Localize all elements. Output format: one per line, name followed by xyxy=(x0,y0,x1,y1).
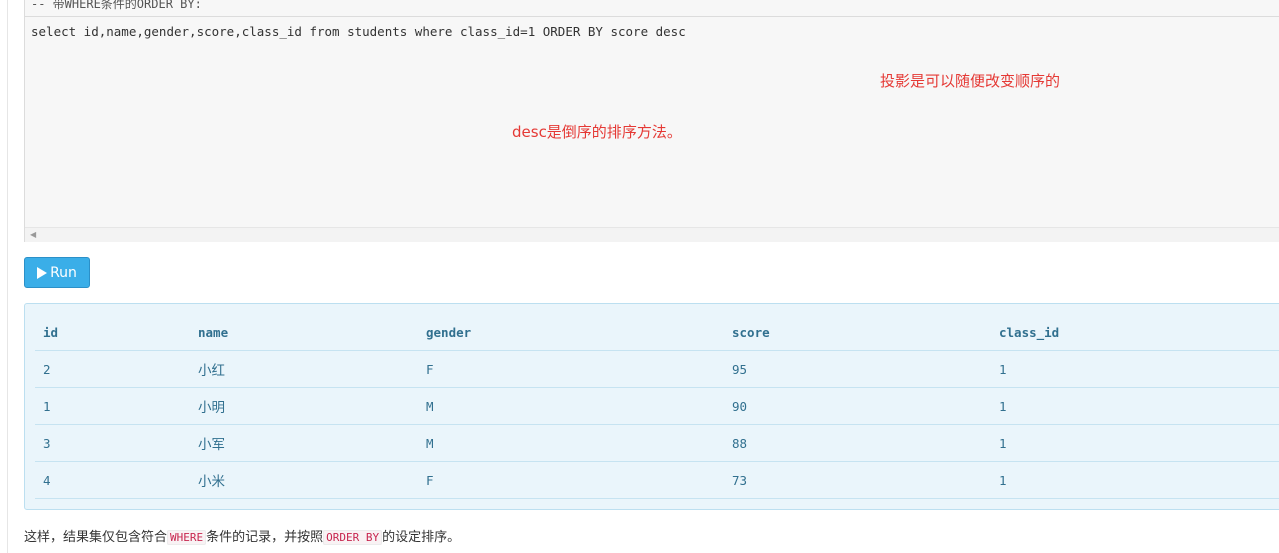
horizontal-scrollbar[interactable]: ◀ xyxy=(25,227,1279,242)
cell-gender: M xyxy=(418,424,724,462)
cell-name: 小红 xyxy=(190,350,418,388)
result-panel: id name gender score class_id 2 小红 F 95 … xyxy=(24,303,1279,510)
sql-query[interactable]: select id,name,gender,score,class_id fro… xyxy=(31,24,686,39)
cell-name: 小军 xyxy=(190,424,418,462)
column-header: gender xyxy=(418,314,724,351)
left-divider xyxy=(7,0,8,553)
run-button[interactable]: Run xyxy=(24,257,90,288)
cell-id: 1 xyxy=(35,387,190,425)
explanation-part: 的设定排序。 xyxy=(382,530,461,545)
table-row: 2 小红 F 95 1 xyxy=(35,350,1279,388)
cell-score: 73 xyxy=(724,461,991,499)
explanation-part: 条件的记录，并按照 xyxy=(206,530,324,545)
column-header: id xyxy=(35,314,190,351)
explanation-text: 这样，结果集仅包含符合 WHERE 条件的记录，并按照 ORDER BY 的设定排序。 xyxy=(24,526,460,545)
cell-class-id: 1 xyxy=(991,350,1279,388)
editor-comment-line: -- 带WHERE条件的ORDER BY: xyxy=(25,0,1279,17)
inline-code-where: WHERE xyxy=(167,530,207,545)
cell-class-id: 1 xyxy=(991,461,1279,499)
cell-score: 90 xyxy=(724,387,991,425)
inline-code-order-by: ORDER BY xyxy=(323,530,383,545)
cell-name: 小米 xyxy=(190,461,418,499)
page: -- 带WHERE条件的ORDER BY: select id,name,gen… xyxy=(0,0,1279,553)
result-table: id name gender score class_id 2 小红 F 95 … xyxy=(35,314,1279,499)
table-row: 3 小军 M 88 1 xyxy=(35,424,1279,462)
play-icon xyxy=(37,266,48,279)
column-header: name xyxy=(190,314,418,351)
cell-score: 95 xyxy=(724,350,991,388)
cell-gender: M xyxy=(418,387,724,425)
table-row: 1 小明 M 90 1 xyxy=(35,387,1279,425)
cell-id: 2 xyxy=(35,350,190,388)
desc-annotation: desc是倒序的排序方法。 xyxy=(512,123,682,141)
cell-gender: F xyxy=(418,350,724,388)
cell-score: 88 xyxy=(724,424,991,462)
sql-comment: -- 带WHERE条件的ORDER BY: xyxy=(31,0,202,11)
table-header-row: id name gender score class_id xyxy=(35,314,1279,351)
cell-class-id: 1 xyxy=(991,424,1279,462)
projection-annotation: 投影是可以随便改变顺序的 xyxy=(880,72,1061,90)
cell-class-id: 1 xyxy=(991,387,1279,425)
cell-id: 3 xyxy=(35,424,190,462)
explanation-part: 这样，结果集仅包含符合 xyxy=(24,530,168,545)
table-row: 4 小米 F 73 1 xyxy=(35,461,1279,499)
cell-name: 小明 xyxy=(190,387,418,425)
run-button-label: Run xyxy=(50,264,77,281)
cell-gender: F xyxy=(418,461,724,499)
column-header: score xyxy=(724,314,991,351)
cell-id: 4 xyxy=(35,461,190,499)
column-header: class_id xyxy=(991,314,1279,351)
scroll-left-icon[interactable]: ◀ xyxy=(30,230,36,239)
